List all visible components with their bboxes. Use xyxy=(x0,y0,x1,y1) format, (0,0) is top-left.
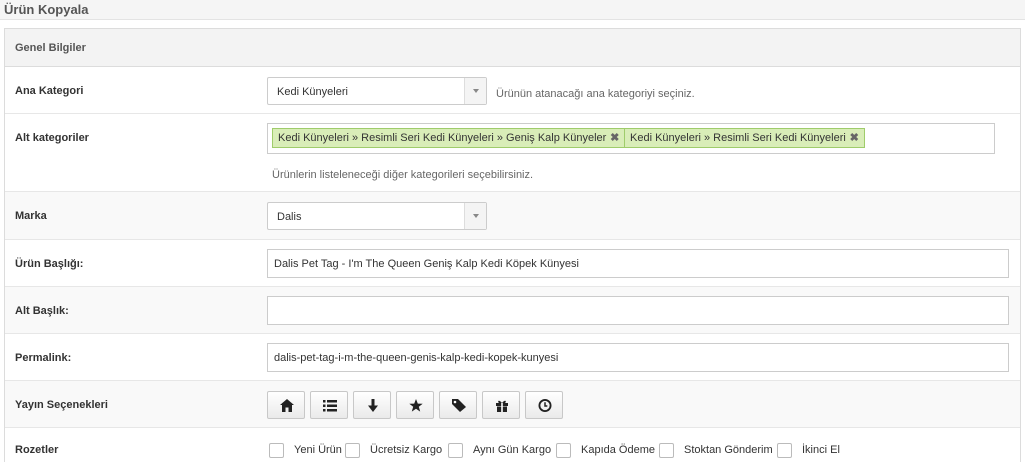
publish-options-label: Yayın Seçenekleri xyxy=(15,399,108,411)
list-button[interactable] xyxy=(310,391,348,419)
product-title-value: Dalis Pet Tag - I'm The Queen Geniş Kalp… xyxy=(274,258,579,270)
main-category-select[interactable]: Kedi Künyeleri xyxy=(267,77,487,105)
badge-option-label: Aynı Gün Kargo xyxy=(473,444,552,456)
main-category-row: Ana Kategori Kedi Künyeleri Ürünün atana… xyxy=(5,67,1020,114)
brand-row: Marka Dalis xyxy=(5,192,1020,240)
panel-heading: Genel Bilgiler xyxy=(5,29,1020,67)
badge-option-label: Yeni Ürün xyxy=(294,444,342,456)
arrow-down-icon xyxy=(368,399,378,412)
product-title-label: Ürün Başlığı: xyxy=(15,258,84,270)
list-icon xyxy=(323,400,337,412)
star-icon xyxy=(409,399,423,412)
permalink-value: dalis-pet-tag-i-m-the-queen-genis-kalp-k… xyxy=(274,352,559,364)
badges-row: Rozetler Yeni Ürün Ücretsiz Kargo Aynı G… xyxy=(5,428,1020,462)
tag-button[interactable] xyxy=(439,391,477,419)
sub-category-tag: Kedi Künyeleri » Resimli Seri Kedi Künye… xyxy=(624,128,865,148)
main-category-label: Ana Kategori xyxy=(15,85,84,97)
badge-option-label: Kapıda Ödeme xyxy=(581,444,655,456)
page-header: Ürün Kopyala xyxy=(0,0,1025,20)
featured-button[interactable] xyxy=(396,391,434,419)
page-title: Ürün Kopyala xyxy=(4,2,89,17)
home-button[interactable] xyxy=(267,391,305,419)
tag-icon xyxy=(452,399,466,412)
sub-categories-label: Alt kategoriler xyxy=(15,132,89,144)
gift-button[interactable] xyxy=(482,391,520,419)
permalink-label: Permalink: xyxy=(15,352,72,364)
remove-tag-icon[interactable]: ✖ xyxy=(610,131,619,144)
sub-categories-multiselect[interactable]: Kedi Künyeleri » Resimli Seri Kedi Künye… xyxy=(267,123,995,154)
badge-checkbox[interactable] xyxy=(777,443,792,458)
badge-checkbox[interactable] xyxy=(448,443,463,458)
schedule-button[interactable] xyxy=(525,391,563,419)
sub-category-tag-label: Kedi Künyeleri » Resimli Seri Kedi Künye… xyxy=(630,132,846,144)
badge-checkbox[interactable] xyxy=(556,443,571,458)
clock-icon xyxy=(538,399,552,412)
main-category-hint: Ürünün atanacağı ana kategoriyi seçiniz. xyxy=(496,88,695,100)
home-icon xyxy=(280,399,294,412)
badge-option-label: İkinci El xyxy=(802,444,840,456)
chevron-down-icon xyxy=(464,203,486,229)
permalink-row: Permalink: dalis-pet-tag-i-m-the-queen-g… xyxy=(5,334,1020,381)
badge-option-label: Stoktan Gönderim xyxy=(684,444,773,456)
permalink-input[interactable]: dalis-pet-tag-i-m-the-queen-genis-kalp-k… xyxy=(267,343,1009,372)
brand-select[interactable]: Dalis xyxy=(267,202,487,230)
sub-category-tag-label: Kedi Künyeleri » Resimli Seri Kedi Künye… xyxy=(278,132,607,144)
badges-label: Rozetler xyxy=(15,444,59,456)
sub-categories-hint: Ürünlerin listeleneceği diğer kategorile… xyxy=(272,169,534,181)
general-info-panel: Genel Bilgiler Ana Kategori Kedi Künyele… xyxy=(4,28,1021,462)
remove-tag-icon[interactable]: ✖ xyxy=(850,131,859,144)
subtitle-input[interactable] xyxy=(267,296,1009,325)
move-down-button[interactable] xyxy=(353,391,391,419)
badge-option-label: Ücretsiz Kargo xyxy=(370,444,443,456)
brand-value: Dalis xyxy=(277,211,302,223)
product-title-input[interactable]: Dalis Pet Tag - I'm The Queen Geniş Kalp… xyxy=(267,249,1009,278)
panel-title: Genel Bilgiler xyxy=(15,42,86,54)
sub-category-tag: Kedi Künyeleri » Resimli Seri Kedi Künye… xyxy=(272,128,626,148)
product-title-row: Ürün Başlığı: Dalis Pet Tag - I'm The Qu… xyxy=(5,240,1020,287)
gift-icon xyxy=(496,400,508,412)
badge-checkbox[interactable] xyxy=(659,443,674,458)
chevron-down-icon xyxy=(464,78,486,104)
badge-checkbox[interactable] xyxy=(345,443,360,458)
sub-categories-row: Alt kategoriler Kedi Künyeleri » Resimli… xyxy=(5,114,1020,192)
publish-options-row: Yayın Seçenekleri xyxy=(5,381,1020,428)
badge-checkbox[interactable] xyxy=(269,443,284,458)
brand-label: Marka xyxy=(15,210,47,222)
subtitle-label: Alt Başlık: xyxy=(15,305,69,317)
subtitle-row: Alt Başlık: xyxy=(5,287,1020,334)
main-category-value: Kedi Künyeleri xyxy=(277,86,348,98)
